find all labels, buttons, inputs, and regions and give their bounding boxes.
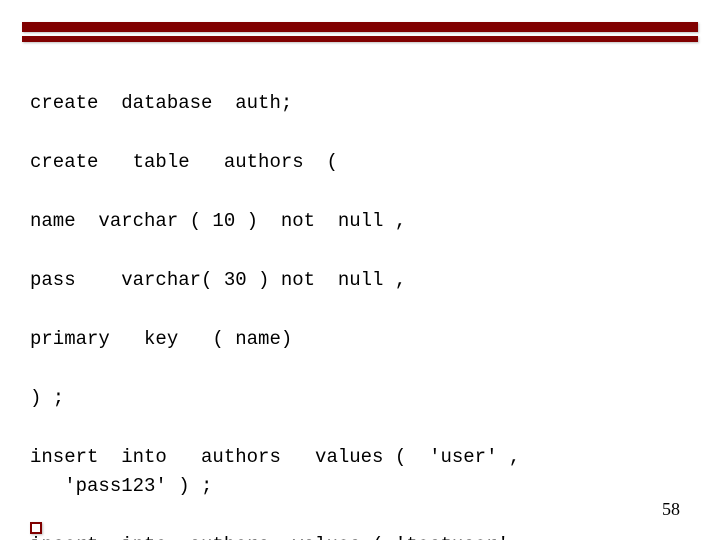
slide: create database auth; create table autho… — [0, 0, 720, 540]
title-bar-thin — [22, 36, 698, 42]
code-line: ) ; — [30, 384, 690, 413]
footer-square-icon — [30, 522, 42, 534]
code-line: primary key ( name) — [30, 325, 690, 354]
title-bar — [22, 22, 698, 42]
code-line: insert into authors values ( 'user' , 'p… — [30, 443, 690, 502]
code-line: name varchar ( 10 ) not null , — [30, 207, 690, 236]
title-bar-thick — [22, 22, 698, 32]
code-block: create database auth; create table autho… — [30, 60, 690, 540]
code-line: insert into authors values ( 'testuser' … — [30, 531, 690, 540]
code-line: pass varchar( 30 ) not null , — [30, 266, 690, 295]
code-line: create table authors ( — [30, 148, 690, 177]
page-number: 58 — [662, 499, 680, 520]
code-line: create database auth; — [30, 89, 690, 118]
